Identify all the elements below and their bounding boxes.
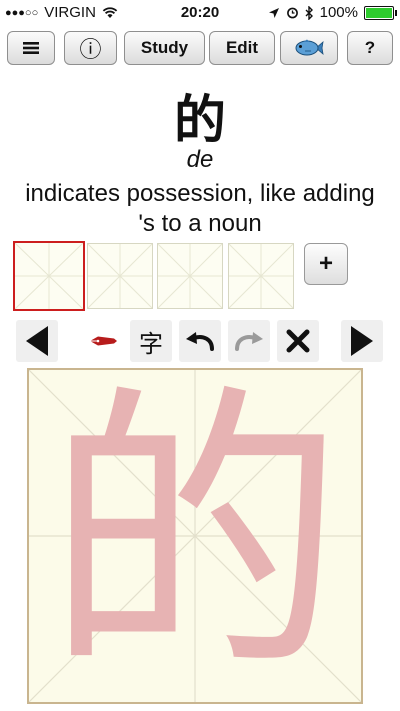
alarm-icon [286, 7, 298, 19]
clear-button[interactable] [277, 320, 319, 362]
practice-box-3[interactable] [157, 243, 223, 309]
close-icon [286, 329, 310, 353]
battery-icon [364, 5, 397, 20]
practice-box-4[interactable] [228, 243, 294, 309]
info-button[interactable]: ⓘ [64, 31, 117, 65]
undo-button[interactable] [179, 320, 221, 362]
add-practice-box-button[interactable]: + [304, 243, 348, 285]
location-icon [268, 7, 279, 18]
triangle-left-icon [26, 326, 48, 356]
undo-icon [186, 332, 214, 351]
character-toggle-label: 字 [139, 330, 163, 358]
writing-canvas[interactable]: 的 [27, 368, 363, 704]
practice-grid-lines [158, 244, 222, 308]
study-button[interactable]: Study [124, 31, 205, 65]
bluetooth-icon [305, 5, 313, 20]
menu-button[interactable] [7, 31, 55, 65]
battery-percent: 100% [319, 4, 358, 21]
guide-character: 的 [45, 361, 345, 710]
meaning-text: indicates possession, like adding 's to … [25, 180, 375, 237]
pen-tool-button[interactable] [82, 320, 124, 362]
character-toggle-button[interactable]: 字 [130, 320, 172, 362]
previous-button[interactable] [16, 320, 58, 362]
fish-button[interactable] [280, 31, 338, 65]
redo-icon [235, 332, 263, 351]
practice-box-1-selected[interactable] [13, 241, 85, 311]
pinyin-text: de [186, 146, 214, 173]
hanzi-character: 的 [173, 92, 226, 150]
menu-icon [23, 42, 39, 54]
practice-box-2[interactable] [87, 243, 153, 309]
redo-button[interactable] [228, 320, 270, 362]
triangle-right-icon [351, 326, 373, 356]
status-bar: ●●●○○ VIRGIN 20:20 100% [0, 0, 400, 26]
help-button[interactable]: ? [347, 31, 393, 65]
info-icon: ⓘ [79, 37, 102, 62]
status-right: 100% [268, 4, 397, 21]
practice-grid-lines [88, 244, 152, 308]
next-button[interactable] [341, 320, 383, 362]
practice-grid-lines [15, 243, 83, 309]
fish-icon [295, 39, 324, 56]
fountain-pen-icon [90, 336, 117, 346]
practice-grid-lines [229, 244, 293, 308]
edit-button[interactable]: Edit [209, 31, 275, 65]
